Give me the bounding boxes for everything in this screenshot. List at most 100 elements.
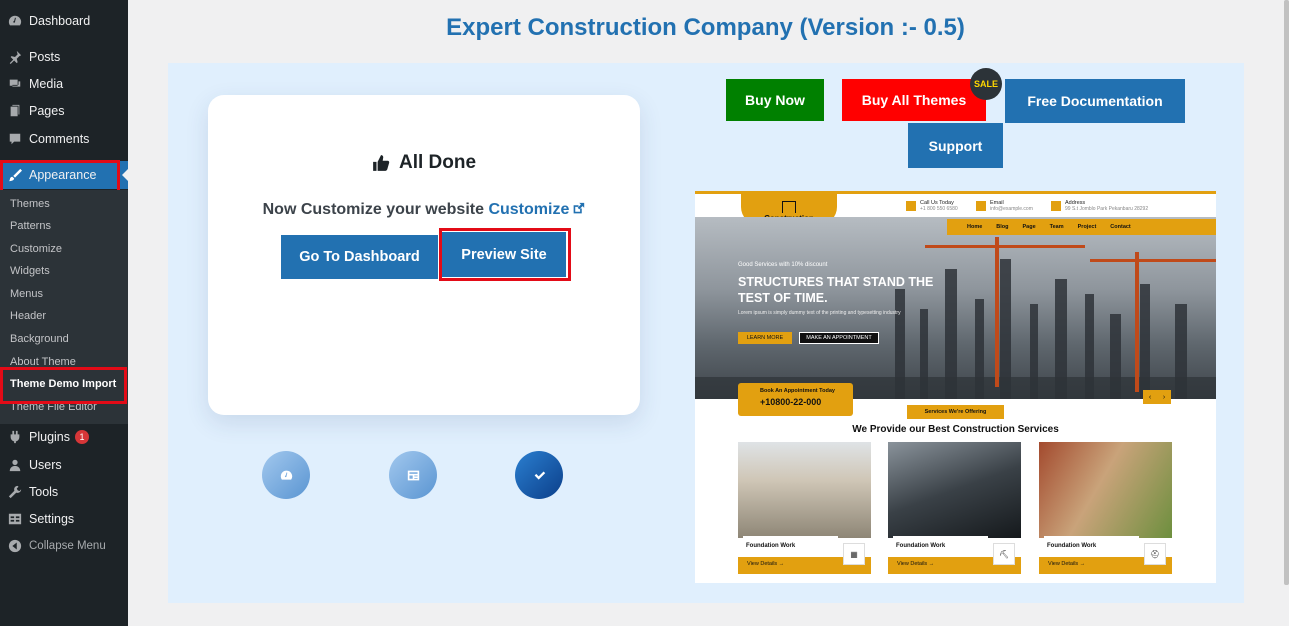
sidebar-item-label: Tools — [29, 485, 59, 499]
preview-card-image — [738, 442, 871, 538]
location-icon — [1051, 201, 1061, 211]
sidebar-item-dashboard[interactable]: Dashboard — [0, 9, 128, 33]
preview-book-phone: +10800-22-000 — [760, 397, 822, 407]
preview-info-sub: +1 800 550 6580 — [920, 206, 958, 212]
preview-make-appointment: MAKE AN APPOINTMENT — [799, 332, 879, 344]
sidebar-item-posts[interactable]: Posts — [0, 45, 128, 69]
step-indicator-2[interactable] — [389, 451, 437, 499]
sidebar-item-label: Media — [29, 77, 64, 91]
preview-book-box: Book An Appointment Today +10800-22-000 — [738, 383, 853, 416]
customize-prompt: Now Customize your website — [262, 201, 484, 218]
preview-services-title: We Provide our Best Construction Service… — [852, 424, 1059, 435]
preview-hero: Home Blog Page Team Project Contact Good… — [695, 217, 1216, 399]
preview-topbar: Construction Call Us Today+1 800 550 658… — [695, 191, 1216, 225]
customize-link[interactable]: Customize — [488, 201, 585, 218]
sidebar-item-label: Pages — [29, 104, 65, 118]
preview-nav-item: Page — [1022, 224, 1036, 230]
submenu-customize[interactable]: Customize — [10, 243, 62, 255]
plugin-icon — [8, 430, 22, 444]
preview-nav: Home Blog Page Team Project Contact — [947, 219, 1216, 235]
preview-nav-item: Home — [967, 224, 983, 230]
preview-lorem: Lorem ipsum is simply dummy text of the … — [738, 310, 901, 316]
preview-info-call: Call Us Today +1 800 550 6580 — [906, 200, 958, 212]
preview-service-card: Foundation Work View Details → ▦ — [738, 442, 871, 574]
highlight-preview-site — [439, 228, 571, 281]
preview-nav-item: Blog — [996, 224, 1009, 230]
preview-book-label: Book An Appointment Today — [760, 388, 835, 394]
submenu-widgets[interactable]: Widgets — [10, 265, 50, 277]
free-documentation-button[interactable]: Free Documentation — [1005, 79, 1185, 123]
step-indicator-3-active[interactable] — [515, 451, 563, 499]
customize-link-text: Customize — [488, 201, 570, 218]
preview-info-sub: 99 S.t Jomblo Park Pekanbaru 28292 — [1065, 206, 1149, 212]
sidebar-item-settings[interactable]: Settings — [0, 507, 128, 531]
sale-badge: SALE — [970, 68, 1002, 100]
layout-icon — [407, 470, 419, 480]
preview-nav-item: Project — [1077, 224, 1097, 230]
settings-icon — [8, 512, 22, 526]
buy-now-button[interactable]: Buy Now — [726, 79, 824, 121]
users-icon — [8, 458, 22, 472]
dashboard-icon — [8, 14, 22, 28]
comment-icon — [8, 132, 22, 146]
dashboard-icon — [280, 470, 292, 480]
external-link-icon — [573, 202, 585, 214]
submenu-themes[interactable]: Themes — [10, 198, 50, 210]
update-count-badge: 1 — [75, 430, 89, 444]
preview-card-link: View Details → — [1048, 561, 1086, 567]
page-scrollbar[interactable] — [1284, 0, 1289, 585]
sidebar-item-plugins[interactable]: Plugins 1 — [0, 425, 128, 449]
crane-jib — [1090, 259, 1216, 262]
preview-learn-more: LEARN MORE — [738, 332, 792, 344]
chevron-right-icon: › — [1162, 393, 1166, 401]
sidebar-item-tools[interactable]: Tools — [0, 480, 128, 504]
preview-card-image — [888, 442, 1021, 538]
building-icon: ▦ — [843, 543, 865, 565]
preview-card-image — [1039, 442, 1172, 538]
pages-icon — [8, 104, 22, 118]
submenu-patterns[interactable]: Patterns — [10, 220, 51, 232]
collapse-menu-label: Collapse Menu — [29, 540, 106, 552]
building-icon — [782, 201, 796, 213]
preview-slider-arrows: ‹ › — [1143, 390, 1171, 404]
support-button[interactable]: Support — [908, 123, 1003, 168]
go-to-dashboard-button[interactable]: Go To Dashboard — [281, 235, 438, 279]
theme-preview-image: Construction Call Us Today+1 800 550 658… — [695, 191, 1216, 583]
crane-mast — [995, 237, 999, 387]
preview-headline: STRUCTURES THAT STAND THE TEST OF TIME. — [738, 275, 934, 305]
phone-icon — [906, 201, 916, 211]
preview-card-link: View Details → — [747, 561, 785, 567]
sidebar-item-label: Comments — [29, 132, 90, 146]
collapse-menu-button[interactable]: Collapse Menu — [0, 534, 128, 558]
preview-nav-item: Contact — [1110, 224, 1131, 230]
preview-services-tag: Services We're Offering — [907, 405, 1004, 419]
step-indicator-1[interactable] — [262, 451, 310, 499]
media-icon — [8, 77, 22, 91]
buy-all-themes-button[interactable]: Buy All Themes — [842, 79, 986, 121]
mail-icon — [976, 201, 986, 211]
sidebar-item-comments[interactable]: Comments — [0, 127, 128, 151]
preview-kicker: Good Services with 10% discount — [738, 262, 828, 268]
submenu-menus[interactable]: Menus — [10, 288, 43, 300]
sidebar-item-media[interactable]: Media — [0, 72, 128, 96]
completion-heading: All Done — [208, 152, 640, 174]
submenu-background[interactable]: Background — [10, 333, 69, 345]
sidebar-item-users[interactable]: Users — [0, 453, 128, 477]
crane-jib — [925, 245, 1085, 248]
preview-info-address: Address 99 S.t Jomblo Park Pekanbaru 2829… — [1051, 200, 1148, 212]
admin-sidebar: Dashboard Posts Media Pages Comments App… — [0, 0, 128, 626]
thumbs-up-icon — [373, 155, 390, 171]
preview-card-label: Foundation Work — [1044, 536, 1139, 556]
collapse-icon — [8, 539, 22, 553]
sidebar-item-label: Users — [29, 458, 62, 472]
completion-heading-text: All Done — [398, 152, 477, 173]
sidebar-item-label: Plugins — [29, 430, 70, 444]
sidebar-item-pages[interactable]: Pages — [0, 99, 128, 123]
preview-info-email: Email info@example.com — [976, 200, 1033, 212]
submenu-header[interactable]: Header — [10, 310, 46, 322]
pin-icon — [8, 50, 22, 64]
highlight-theme-demo-import — [0, 367, 127, 404]
sidebar-item-label: Settings — [29, 512, 75, 526]
customize-line: Now Customize your website Customize — [208, 201, 640, 219]
highlight-appearance — [0, 160, 120, 193]
